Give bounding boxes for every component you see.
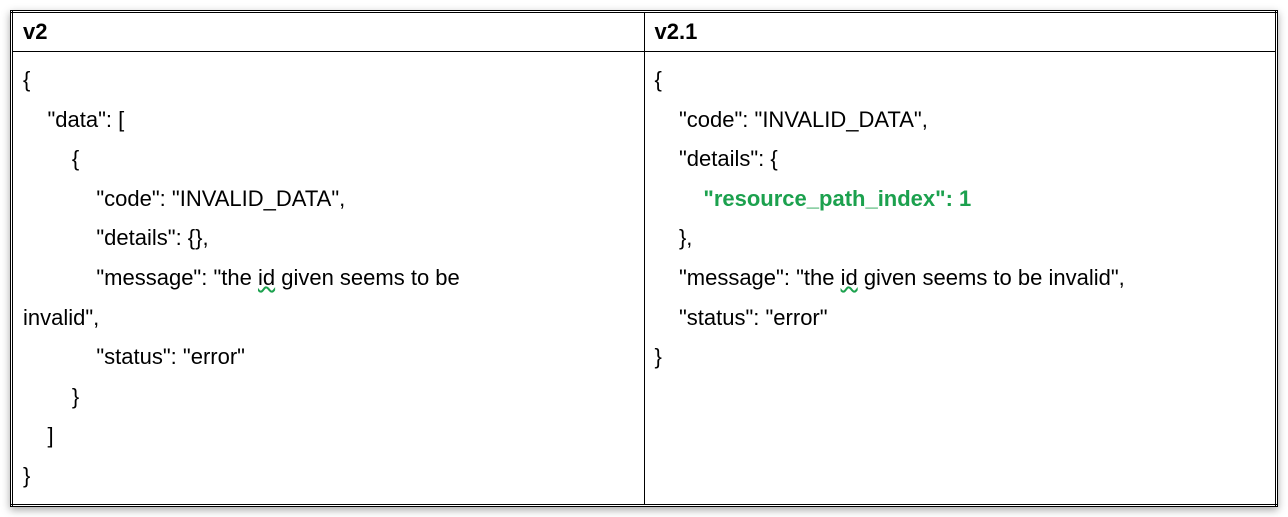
code-line: { [23, 67, 30, 92]
code-line: "data": [ [23, 107, 124, 132]
highlight-line: "resource_path_index": 1 [655, 186, 972, 211]
code-line: { [655, 67, 662, 92]
header-row: v2 v2.1 [12, 12, 1277, 52]
header-right: v2.1 [644, 12, 1277, 52]
code-line: "code": "INVALID_DATA", [23, 186, 345, 211]
code-line: "details": { [655, 146, 778, 171]
code-line: { [23, 146, 79, 171]
code-line: given seems to be invalid", [858, 265, 1125, 290]
code-line: "code": "INVALID_DATA", [655, 107, 928, 132]
code-line: "status": "error" [655, 305, 828, 330]
code-line: } [655, 344, 662, 369]
comparison-table: v2 v2.1 { "data": [ { "code": "INVALID_D… [10, 10, 1278, 507]
body-row: { "data": [ { "code": "INVALID_DATA", "d… [12, 52, 1277, 506]
squiggle-id: id [841, 265, 858, 290]
code-left: { "data": [ { "code": "INVALID_DATA", "d… [12, 52, 645, 506]
code-line: given seems to be [275, 265, 466, 290]
code-right: { "code": "INVALID_DATA", "details": { "… [644, 52, 1277, 506]
code-line: "message": "the [655, 265, 841, 290]
code-line: "status": "error" [23, 344, 245, 369]
code-line: } [23, 463, 30, 488]
code-line: }, [655, 225, 693, 250]
code-line: "details": {}, [23, 225, 209, 250]
squiggle-id: id [258, 265, 275, 290]
header-left: v2 [12, 12, 645, 52]
code-line: ] [23, 423, 54, 448]
code-line: "message": "the [23, 265, 258, 290]
code-line: invalid", [23, 305, 99, 330]
code-line: } [23, 384, 79, 409]
